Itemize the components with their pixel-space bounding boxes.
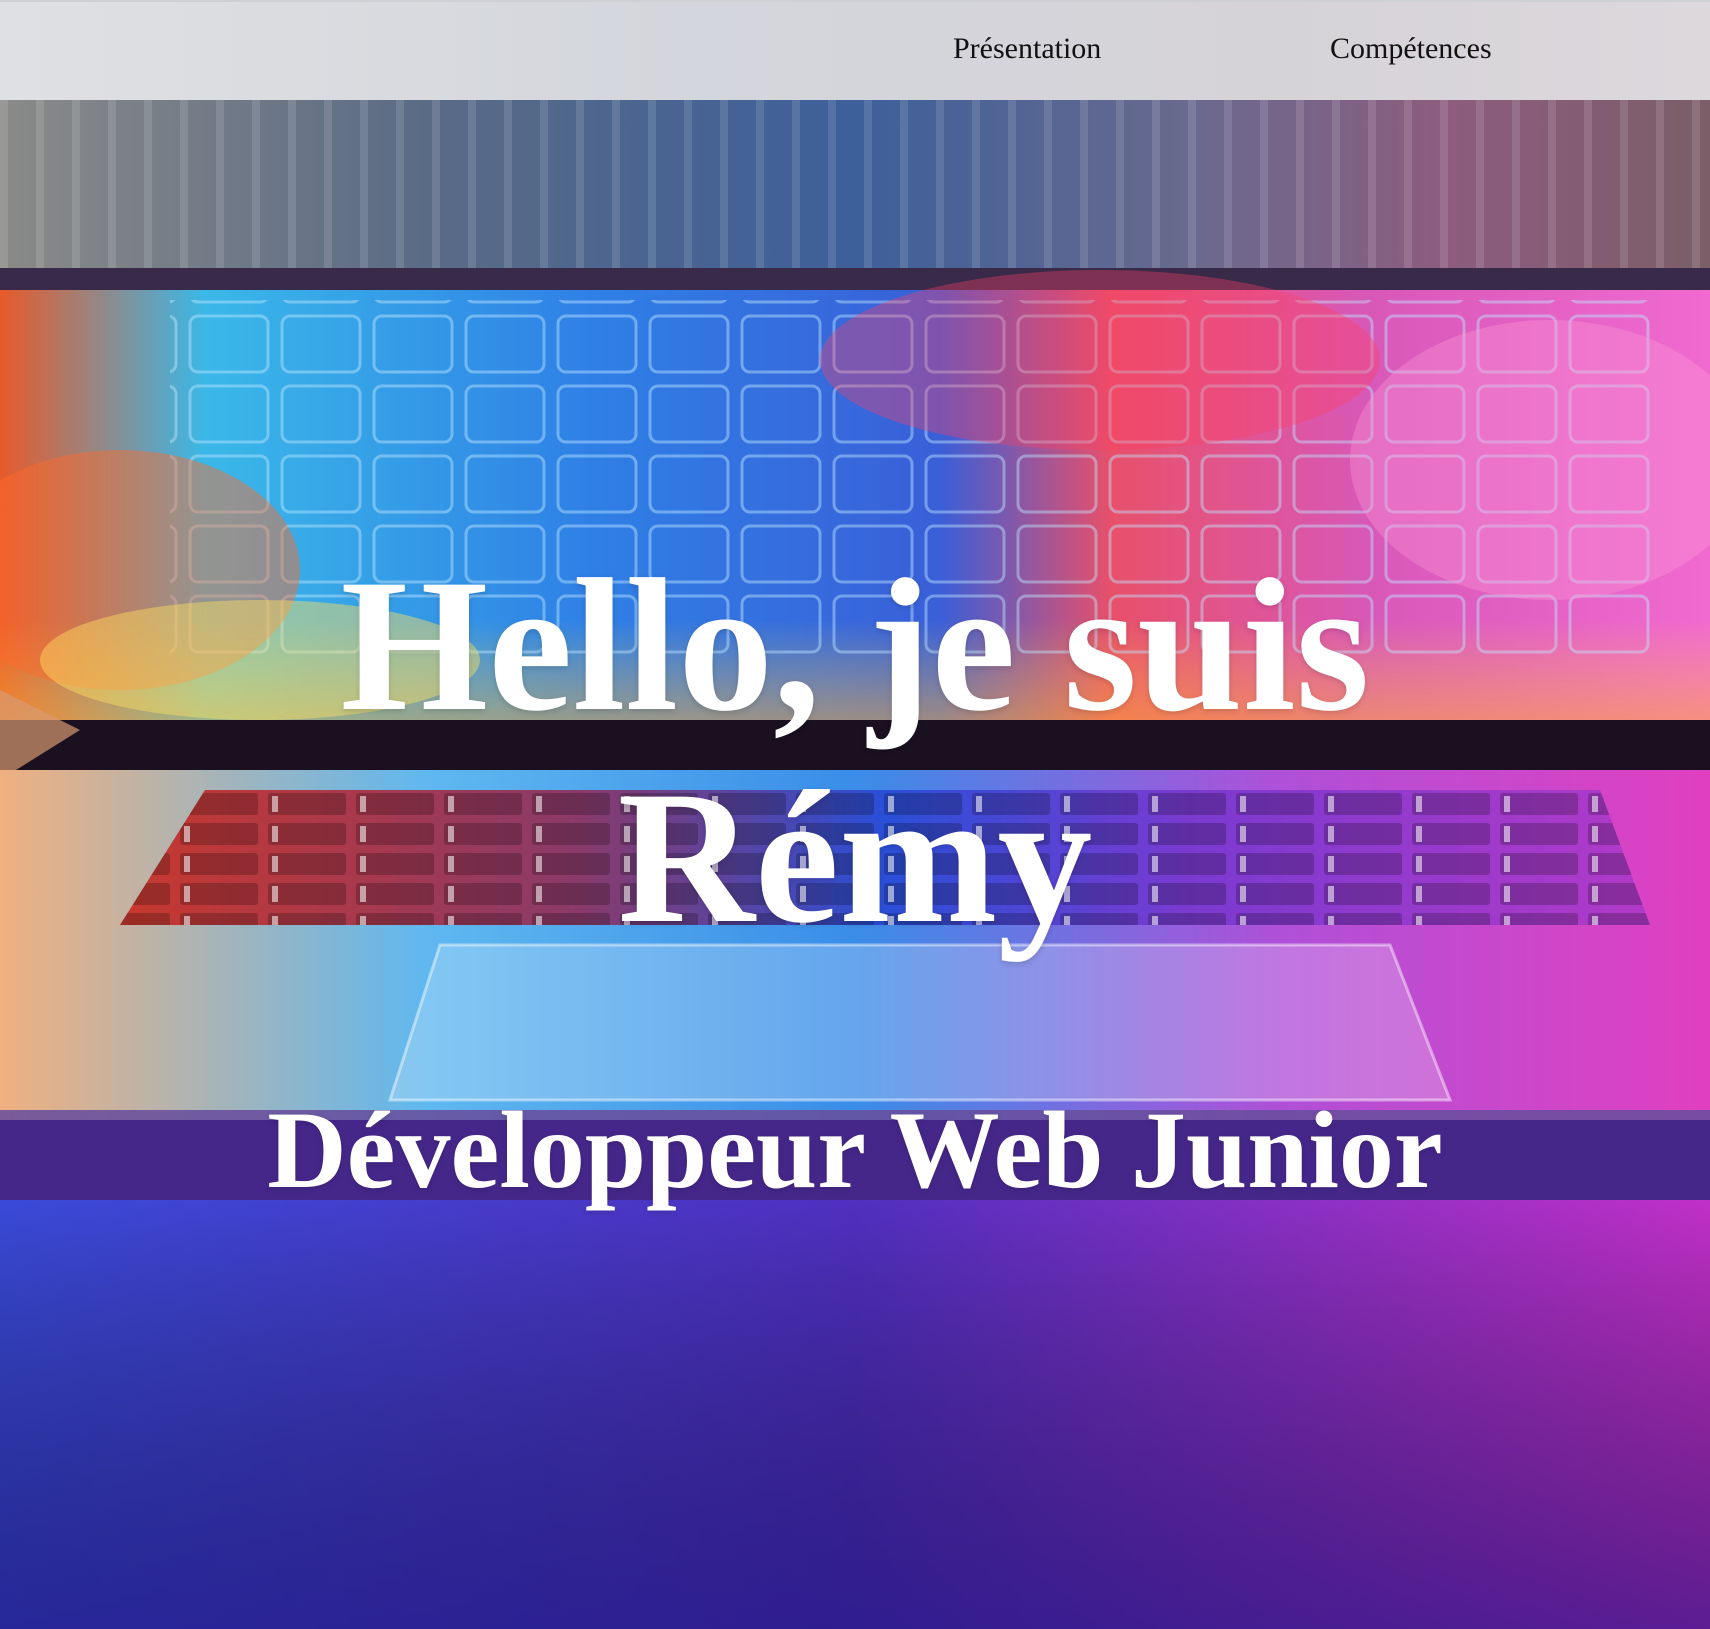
hero-title-line1: Hello, je suis (340, 541, 1370, 751)
hero-section: Hello, je suis Rémy Développeur Web Juni… (0, 100, 1710, 1629)
nav-link-presentation[interactable]: Présentation (953, 32, 1101, 66)
hero-subtitle: Développeur Web Junior (267, 1089, 1443, 1211)
nav-link-competences[interactable]: Compétences (1330, 32, 1492, 66)
hero-title-line2: Rémy (617, 753, 1093, 963)
hero-title: Hello, je suis Rémy (0, 540, 1710, 964)
top-navbar: Présentation Compétences (0, 0, 1710, 100)
